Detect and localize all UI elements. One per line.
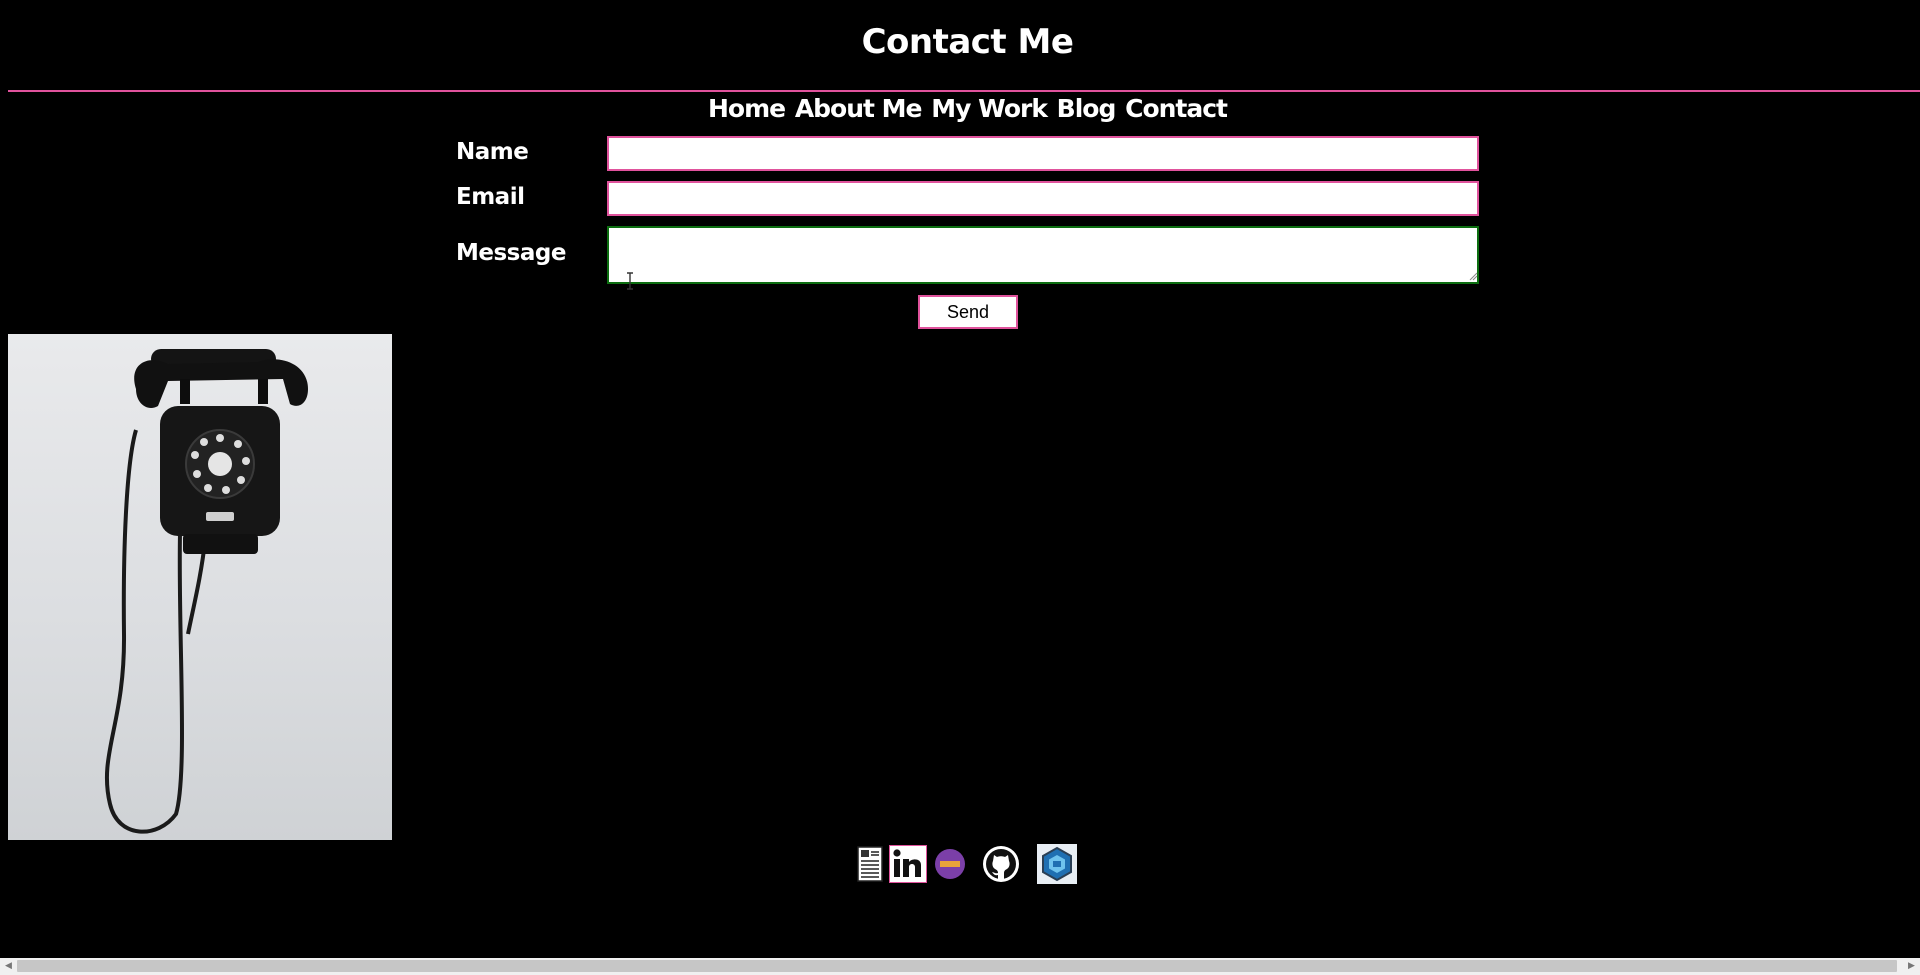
header-divider	[8, 90, 1920, 92]
github-link[interactable]	[983, 846, 1019, 886]
nav-my-work[interactable]: My Work	[931, 94, 1048, 123]
codewars-icon	[1037, 844, 1077, 884]
resize-grip-icon[interactable]	[1468, 271, 1478, 281]
telephone-image	[8, 334, 392, 840]
horizontal-scrollbar[interactable]: ◀ ▶	[0, 958, 1920, 975]
github-icon	[983, 846, 1019, 882]
resume-link[interactable]	[857, 846, 883, 886]
email-label: Email	[456, 184, 525, 210]
scroll-right-icon[interactable]: ▶	[1903, 958, 1920, 975]
send-button[interactable]: Send	[918, 295, 1018, 329]
nav-about-me[interactable]: About Me	[795, 94, 923, 123]
text-cursor-icon	[627, 272, 633, 290]
dev-community-icon	[935, 849, 965, 879]
dev-community-link[interactable]	[935, 849, 965, 883]
linkedin-icon	[889, 845, 927, 883]
nav-home[interactable]: Home	[708, 94, 786, 123]
codewars-link[interactable]	[1037, 844, 1077, 888]
scroll-left-icon[interactable]: ◀	[0, 958, 17, 975]
email-field[interactable]	[607, 181, 1479, 216]
nav-contact[interactable]: Contact	[1125, 94, 1228, 123]
rotary-telephone-icon	[104, 349, 308, 834]
main-nav: Home About Me My Work Blog Contact	[0, 94, 1920, 123]
nav-blog[interactable]: Blog	[1057, 94, 1117, 123]
scrollbar-thumb[interactable]	[17, 960, 1897, 972]
name-label: Name	[456, 139, 529, 165]
linkedin-link[interactable]	[889, 845, 927, 887]
page-title: Contact Me	[861, 22, 1074, 62]
message-field[interactable]	[607, 226, 1479, 284]
name-field[interactable]	[607, 136, 1479, 171]
resume-icon	[857, 846, 883, 882]
social-links	[857, 844, 1077, 888]
message-label: Message	[456, 240, 566, 266]
